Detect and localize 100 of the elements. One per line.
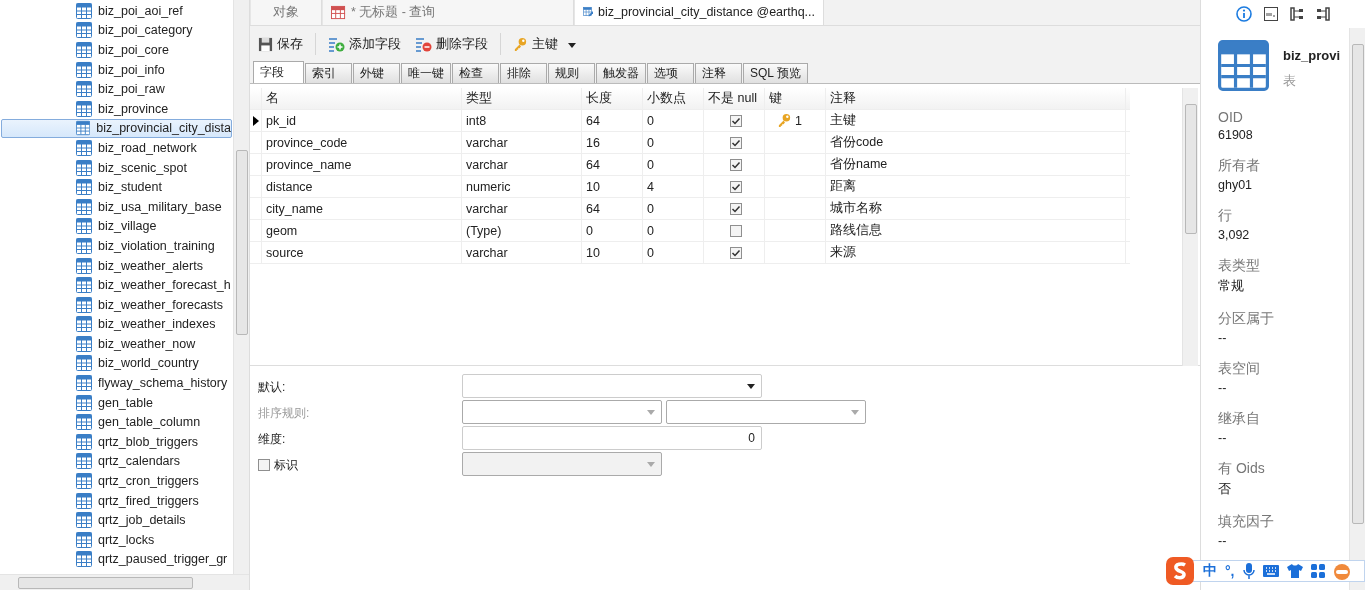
tab[interactable]: SQL 预览 bbox=[743, 63, 808, 83]
tree-item[interactable]: qrtz_job_details bbox=[1, 510, 232, 531]
tree-item[interactable]: biz_road_network bbox=[1, 138, 232, 158]
table-cell: numeric bbox=[462, 176, 582, 197]
document-tab[interactable]: * 无标题 - 查询 bbox=[322, 0, 574, 25]
checkbox[interactable] bbox=[730, 136, 742, 149]
tree-item[interactable]: biz_poi_category bbox=[1, 20, 232, 41]
ime-punctuation[interactable]: °, bbox=[1225, 563, 1235, 579]
tree-item[interactable]: biz_scenic_spot bbox=[1, 157, 232, 178]
scrollbar[interactable] bbox=[233, 0, 249, 574]
checkbox[interactable] bbox=[730, 158, 742, 171]
tree-item[interactable]: qrtz_paused_trigger_gr bbox=[1, 549, 232, 570]
grid-icon[interactable] bbox=[1310, 564, 1325, 578]
table-cell: geom bbox=[262, 220, 462, 241]
table-icon bbox=[76, 198, 92, 215]
table-icon bbox=[76, 42, 92, 58]
microphone-icon[interactable] bbox=[1242, 563, 1255, 579]
tree-item[interactable]: biz_village bbox=[1, 216, 232, 237]
column-header[interactable]: 小数点 bbox=[643, 88, 704, 109]
tab[interactable]: 注释 bbox=[695, 63, 742, 83]
tree-item[interactable]: biz_province bbox=[1, 98, 232, 119]
info-icon[interactable] bbox=[1236, 6, 1252, 22]
dimension-field[interactable]: 0 bbox=[462, 426, 762, 450]
tree-item[interactable]: biz_poi_aoi_ref bbox=[1, 1, 232, 21]
column-header[interactable]: 长度 bbox=[582, 88, 643, 109]
scrollbar[interactable] bbox=[1349, 28, 1365, 590]
table-cell: varchar bbox=[462, 242, 582, 263]
tree-item[interactable]: biz_weather_alerts bbox=[1, 255, 232, 276]
checkbox[interactable] bbox=[730, 180, 742, 193]
column-header[interactable]: 注释 bbox=[826, 88, 1126, 109]
tree-item[interactable]: biz_weather_indexes bbox=[1, 314, 232, 335]
tree-item[interactable]: biz_weather_forecast_h bbox=[1, 275, 232, 295]
tree-item[interactable]: biz_student bbox=[1, 177, 232, 197]
tree-item[interactable]: qrtz_locks bbox=[1, 530, 232, 550]
table-icon bbox=[76, 100, 92, 117]
ime-mode[interactable]: 中 bbox=[1203, 562, 1217, 580]
tab[interactable]: 字段 bbox=[253, 61, 304, 83]
table-cell: province_code bbox=[262, 132, 462, 153]
tree-item[interactable]: biz_violation_training bbox=[1, 236, 232, 256]
tab[interactable]: 触发器 bbox=[596, 63, 646, 83]
document-tab[interactable]: 对象 bbox=[250, 0, 322, 25]
tree-item[interactable]: biz_world_country bbox=[1, 353, 232, 374]
ime-logo-icon[interactable] bbox=[1165, 556, 1195, 586]
horizontal-scrollbar[interactable] bbox=[0, 574, 249, 590]
column-header[interactable]: 不是 null bbox=[704, 88, 765, 109]
table-cell: int8 bbox=[462, 110, 582, 131]
add-field-icon bbox=[328, 36, 345, 52]
column-header[interactable]: 键 bbox=[765, 88, 826, 109]
tab[interactable]: 外键 bbox=[353, 63, 400, 83]
table-cell: varchar bbox=[462, 132, 582, 153]
table-icon bbox=[76, 473, 92, 490]
tab[interactable]: 排除 bbox=[500, 63, 547, 83]
table-cell: source bbox=[262, 242, 462, 263]
tree-item[interactable]: gen_table bbox=[1, 392, 232, 413]
toolbar-button[interactable]: 保存 bbox=[256, 33, 305, 55]
table-name: biz_provi bbox=[1283, 48, 1341, 63]
checkbox[interactable] bbox=[258, 459, 270, 471]
checkbox[interactable] bbox=[730, 202, 742, 215]
table-icon bbox=[76, 61, 92, 78]
tab[interactable]: 唯一键 bbox=[401, 63, 451, 83]
checkbox[interactable] bbox=[730, 246, 742, 259]
hierarchy-icon[interactable] bbox=[1290, 7, 1304, 21]
info-value: -- bbox=[1218, 381, 1228, 395]
info-value: -- bbox=[1218, 331, 1228, 345]
tree-item[interactable]: biz_provincial_city_dista bbox=[1, 118, 232, 139]
columns-icon[interactable] bbox=[1316, 7, 1330, 21]
tree-item[interactable]: biz_poi_core bbox=[1, 40, 232, 60]
tree-item[interactable]: biz_poi_raw bbox=[1, 79, 232, 99]
tab[interactable]: 检查 bbox=[452, 63, 499, 83]
tree-item[interactable]: biz_usa_military_base bbox=[1, 196, 232, 217]
column-header[interactable]: 类型 bbox=[462, 88, 582, 109]
tree-item[interactable]: biz_weather_now bbox=[1, 334, 232, 354]
checkbox[interactable] bbox=[730, 224, 742, 237]
tab[interactable]: 索引 bbox=[305, 63, 352, 83]
table-icon bbox=[76, 22, 92, 39]
toolbar-button[interactable]: 添加字段 bbox=[326, 33, 403, 55]
tab[interactable]: 选项 bbox=[647, 63, 694, 83]
document-tab[interactable]: biz_provincial_city_distance @earthq... bbox=[574, 0, 824, 25]
toolbar-button[interactable]: 删除字段 bbox=[413, 33, 490, 55]
toolbar-button[interactable]: 主键 bbox=[511, 33, 578, 55]
tree-item[interactable]: qrtz_cron_triggers bbox=[1, 471, 232, 491]
table-icon bbox=[76, 531, 92, 548]
caret-icon bbox=[851, 409, 859, 415]
tree-item[interactable]: qrtz_blob_triggers bbox=[1, 432, 232, 452]
tree-item[interactable]: flyway_schema_history bbox=[1, 373, 232, 393]
ddl-icon[interactable] bbox=[1264, 7, 1278, 21]
tree-item[interactable]: biz_poi_info bbox=[1, 59, 232, 80]
table-cell: 10 bbox=[582, 176, 643, 197]
tree-item[interactable]: qrtz_calendars bbox=[1, 451, 232, 472]
tree-item[interactable]: gen_table_column bbox=[1, 412, 232, 433]
table-cell: 0 bbox=[643, 198, 704, 219]
tab[interactable]: 规则 bbox=[548, 63, 595, 83]
checkbox[interactable] bbox=[730, 114, 742, 127]
tree-item[interactable]: biz_weather_forecasts bbox=[1, 294, 232, 315]
shirt-icon[interactable] bbox=[1286, 564, 1303, 578]
tree-item[interactable]: qrtz_fired_triggers bbox=[1, 490, 232, 511]
scrollbar[interactable] bbox=[1182, 88, 1198, 366]
caret-icon bbox=[647, 461, 655, 467]
column-header[interactable]: 名 bbox=[262, 88, 462, 109]
key-icon bbox=[513, 36, 528, 52]
